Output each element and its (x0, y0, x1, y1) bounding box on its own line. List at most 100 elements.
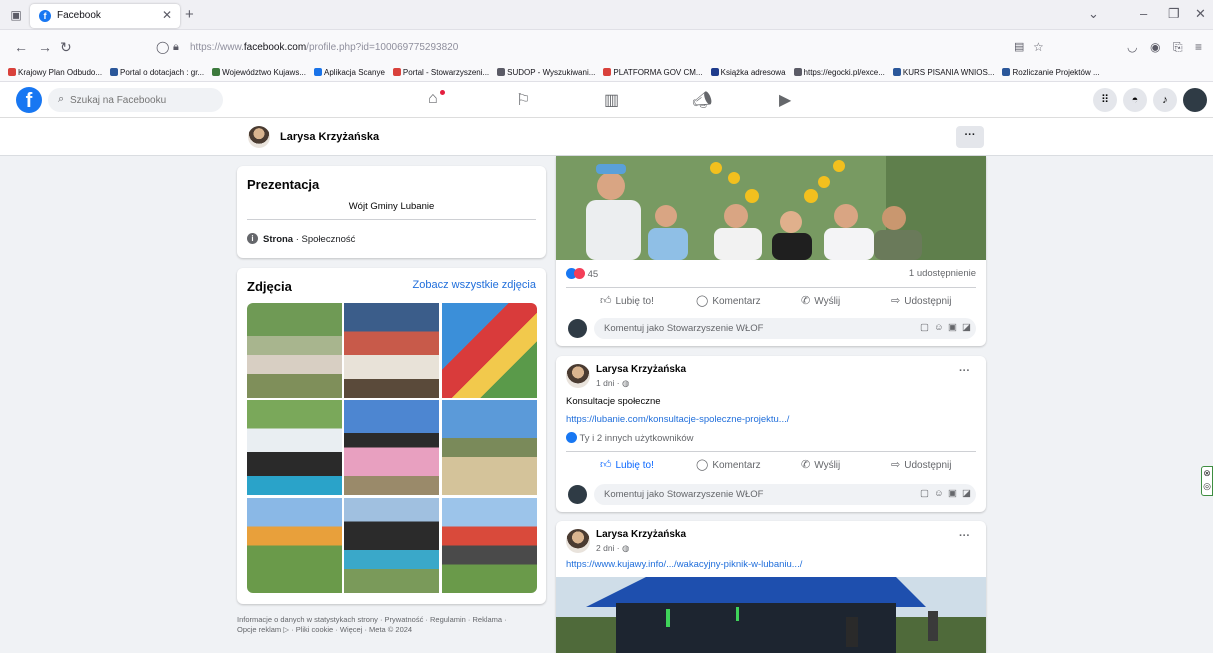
restore-window-icon[interactable]: ❐ (1168, 6, 1180, 22)
side-extension-widget[interactable]: ⊗ ◎ (1201, 466, 1213, 496)
tab-overview-icon[interactable]: ▣ (8, 7, 24, 23)
sticker-face-icon[interactable]: ◪ (962, 322, 971, 333)
bookmark-item[interactable]: Krajowy Plan Odbudo... (8, 64, 102, 81)
lock-icon[interactable]: 🔒︎ (173, 39, 179, 55)
post-more-button[interactable]: ··· (959, 365, 970, 377)
sticker-icon[interactable]: ▢ (920, 488, 929, 499)
bookmark-item[interactable]: Województwo Kujaws... (212, 64, 306, 81)
bookmark-star-icon[interactable]: ☆ (1033, 39, 1044, 55)
megaphone-icon[interactable]: 📣︎ (692, 90, 712, 110)
bookmark-item[interactable]: Aplikacja Scanye (313, 64, 385, 81)
gif-icon[interactable]: ▣ (948, 322, 957, 333)
menu-grid-icon[interactable]: ⠿ (1093, 88, 1117, 112)
home-icon[interactable]: ⌂ (428, 90, 438, 108)
like-button[interactable]: 👍︎ Lubię to! (600, 458, 654, 471)
photo-thumbnail[interactable] (344, 303, 439, 398)
close-window-icon[interactable]: ✕ (1195, 6, 1206, 22)
reactions-count[interactable]: 45 (588, 269, 599, 280)
close-widget-icon[interactable]: ⊗ (1202, 467, 1212, 480)
photo-thumbnail[interactable] (247, 498, 342, 593)
photo-thumbnail[interactable] (442, 303, 537, 398)
post-card: Larysa Krzyżańska 2 dni · ◍ ··· https://… (556, 521, 986, 653)
footer-links-line1[interactable]: Informacje o danych w statystykach stron… (237, 615, 546, 625)
share-button[interactable]: ⇨ Udostępnij (891, 458, 951, 471)
bookmark-favicon-icon (212, 68, 221, 76)
shares-count[interactable]: 1 udostępnienie (909, 268, 976, 279)
post-author[interactable]: Larysa Krzyżańska (596, 529, 686, 540)
messenger-icon[interactable]: ◓ (1123, 88, 1147, 112)
photo-thumbnail[interactable] (247, 400, 342, 495)
reload-icon[interactable]: ↻ (60, 39, 72, 55)
bookmark-item[interactable]: Książka adresowa (710, 64, 786, 81)
new-tab-icon[interactable]: + (185, 6, 194, 23)
post-link[interactable]: https://lubanie.com/konsultacje-spoleczn… (566, 414, 789, 425)
facebook-search-input[interactable] (70, 91, 215, 109)
send-button[interactable]: ✆ Wyślij (801, 458, 840, 471)
video-icon[interactable]: ▶ (779, 90, 791, 110)
comment-placeholder: Komentuj jako Stowarzyszenie WŁOF (604, 489, 764, 500)
bookmark-item[interactable]: Rozliczanie Projektów ... (1002, 64, 1100, 81)
bookmark-item[interactable]: SUDOP - Wyszukiwani... (497, 64, 595, 81)
flag-pages-icon[interactable]: ⚐ (516, 90, 530, 110)
footer-links-line2[interactable]: Opcje reklam ▷ · Pliki cookie · Więcej ·… (237, 625, 546, 635)
bookmark-item[interactable]: PLATFORMA GOV CM... (603, 64, 703, 81)
link-preview-image[interactable] (556, 577, 986, 653)
author-avatar[interactable] (566, 529, 590, 553)
profile-avatar[interactable] (248, 126, 270, 148)
sticker-icon[interactable]: ▢ (920, 322, 929, 333)
menu-hamburger-icon[interactable]: ≡ (1195, 39, 1202, 55)
extensions-icon[interactable]: ⎘ (1173, 39, 1183, 55)
facebook-search[interactable]: ⌕ (48, 88, 223, 112)
facebook-logo-icon[interactable]: f (16, 87, 42, 113)
bookmark-item[interactable]: Portal o dotacjach : gr... (110, 64, 205, 81)
photo-thumbnail[interactable] (442, 400, 537, 495)
back-arrow-icon[interactable]: ← (14, 39, 28, 55)
ads-manager-icon[interactable]: ▥ (604, 90, 619, 110)
forward-arrow-icon[interactable]: → (38, 39, 52, 55)
emoji-icon[interactable]: ☺ (934, 322, 944, 333)
comment-input[interactable]: Komentuj jako Stowarzyszenie WŁOF ▢ ☺ ▣ … (594, 484, 976, 505)
reader-view-icon[interactable]: ▤ (1014, 39, 1024, 55)
likes-summary[interactable]: Ty i 2 innych użytkowników (566, 432, 694, 444)
bookmark-item[interactable]: Portal - Stowarzyszeni... (392, 64, 489, 81)
bookmark-item[interactable]: https://egocki.pl/exce... (793, 64, 885, 81)
bookmark-item[interactable]: KURS PISANIA WNIOS... (892, 64, 994, 81)
widget-target-icon[interactable]: ◎ (1202, 480, 1212, 493)
tab-list-chevron-icon[interactable]: ⌄ (1088, 6, 1099, 22)
sticker-face-icon[interactable]: ◪ (962, 488, 971, 499)
comment-button[interactable]: ◯ Komentarz (696, 294, 761, 307)
photo-thumbnail[interactable] (344, 498, 439, 593)
see-all-photos-link[interactable]: Zobacz wszystkie zdjęcia (413, 279, 537, 291)
like-button[interactable]: 👍︎ Lubię to! (600, 294, 654, 307)
comment-button[interactable]: ◯ Komentarz (696, 458, 761, 471)
post-photo[interactable] (556, 156, 986, 260)
send-button[interactable]: ✆ Wyślij (801, 294, 840, 307)
profile-name[interactable]: Larysa Krzyżańska (280, 131, 379, 143)
tracking-shield-icon[interactable]: ◯ (156, 39, 169, 55)
profile-more-button[interactable]: ··· (956, 126, 984, 148)
post-time[interactable]: 1 dni · ◍ (596, 378, 629, 389)
gif-icon[interactable]: ▣ (948, 488, 957, 499)
account-icon[interactable]: ◉ (1150, 39, 1160, 55)
photo-thumbnail[interactable] (344, 400, 439, 495)
minimize-window-icon[interactable]: – (1140, 6, 1147, 21)
share-button[interactable]: ⇨ Udostępnij (891, 294, 951, 307)
notifications-bell-icon[interactable]: ♪ (1153, 88, 1177, 112)
comment-input[interactable]: Komentuj jako Stowarzyszenie WŁOF ▢ ☺ ▣ … (594, 318, 976, 339)
address-bar[interactable]: https://www.facebook.com/profile.php?id=… (190, 42, 458, 53)
post-time[interactable]: 2 dni · ◍ (596, 543, 629, 554)
pocket-icon[interactable]: ◡ (1127, 39, 1137, 55)
photo-thumbnail[interactable] (247, 303, 342, 398)
emoji-icon[interactable]: ☺ (934, 488, 944, 499)
bookmark-label: Portal o dotacjach : gr... (120, 68, 205, 77)
post-author[interactable]: Larysa Krzyżańska (596, 364, 686, 375)
post-more-button[interactable]: ··· (959, 530, 970, 542)
close-tab-icon[interactable]: ✕ (162, 8, 172, 22)
author-avatar[interactable] (566, 364, 590, 388)
post-link[interactable]: https://www.kujawy.info/.../wakacyjny-pi… (566, 559, 802, 570)
account-avatar[interactable] (1183, 88, 1207, 112)
bookmark-label: PLATFORMA GOV CM... (613, 68, 703, 77)
browser-tab-facebook[interactable]: f Facebook ✕ (30, 4, 180, 28)
photo-thumbnail[interactable] (442, 498, 537, 593)
comment-composer: Komentuj jako Stowarzyszenie WŁOF ▢ ☺ ▣ … (566, 483, 976, 505)
